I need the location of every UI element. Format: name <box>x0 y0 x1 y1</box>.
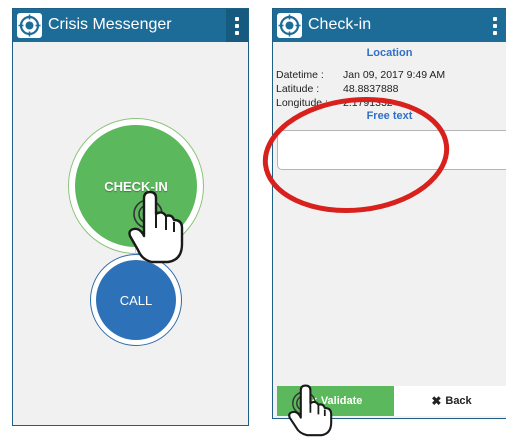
longitude-value: 2.1791332 <box>343 97 393 109</box>
back-button[interactable]: ✖ Back <box>394 386 506 416</box>
action-footer: ✔ Validate ✖ Back <box>273 385 506 418</box>
datetime-label: Datetime : <box>276 69 324 81</box>
call-button-label: CALL <box>119 292 153 308</box>
kebab-menu-icon[interactable] <box>484 9 506 42</box>
longitude-label: Longitude : <box>276 97 328 109</box>
call-button[interactable]: CALL <box>96 260 176 340</box>
app-title: Crisis Messenger <box>48 16 172 33</box>
datetime-value: Jan 09, 2017 9:49 AM <box>343 69 446 81</box>
longitude-row: Longitude : 2.1791332 <box>276 97 393 109</box>
free-text-field[interactable] <box>277 130 506 170</box>
app-bar: Check-in <box>273 9 506 42</box>
validate-button-label: Validate <box>320 395 363 407</box>
latitude-label: Latitude : <box>276 83 320 95</box>
free-text-heading: Free text <box>366 110 413 122</box>
screen-title: Check-in <box>308 16 372 33</box>
app-logo-icon <box>277 13 302 38</box>
kebab-menu-icon[interactable] <box>226 9 248 42</box>
app-logo-icon <box>17 13 42 38</box>
home-screen: Crisis Messenger CHECK-IN CALL <box>12 8 249 426</box>
checkin-button-ring: CHECK-IN <box>68 118 204 254</box>
app-bar: Crisis Messenger <box>13 9 248 42</box>
close-x-icon: ✖ <box>431 394 442 408</box>
call-button-ring: CALL <box>90 254 182 346</box>
checkin-screen: Check-in Location Datetime : Jan 09, 2017… <box>272 8 506 419</box>
latitude-value: 48.8837888 <box>343 83 399 95</box>
latitude-row: Latitude : 48.8837888 <box>276 83 398 95</box>
checkin-button[interactable]: CHECK-IN <box>75 125 197 247</box>
checkin-button-label: CHECK-IN <box>104 178 168 194</box>
checkmark-icon: ✔ <box>308 395 318 408</box>
validate-button[interactable]: ✔ Validate <box>277 386 394 416</box>
back-button-label: Back <box>445 395 472 407</box>
location-heading: Location <box>366 47 413 59</box>
datetime-row: Datetime : Jan 09, 2017 9:49 AM <box>276 69 445 81</box>
